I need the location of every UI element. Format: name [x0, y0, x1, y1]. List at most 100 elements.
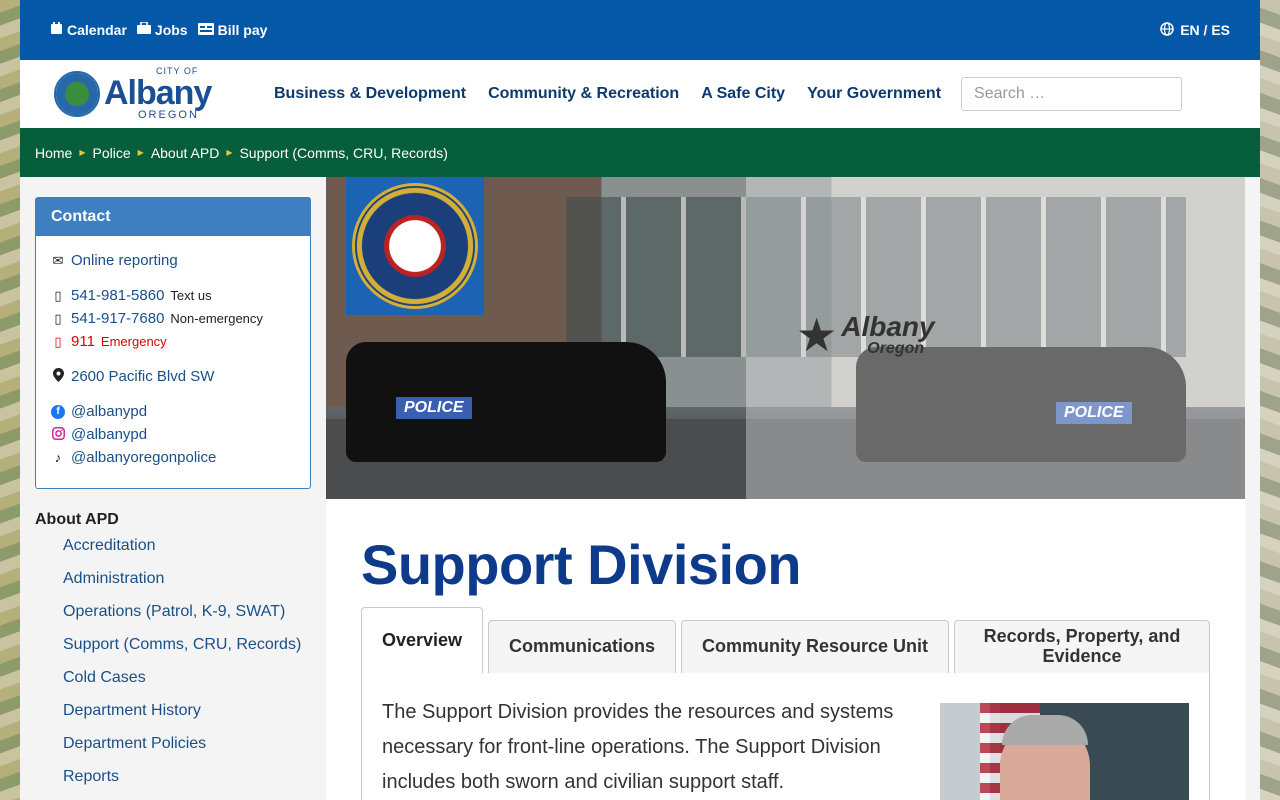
utility-links: Calendar Jobs Bill pay — [50, 21, 268, 38]
side-menu-item-reports[interactable]: Reports — [63, 768, 311, 800]
article: Support Division Overview Communications… — [326, 499, 1245, 800]
phone-nonemergency-link[interactable]: 541-917-7680 — [71, 310, 164, 327]
phone-row-nonemergency: ▯ 541-917-7680 Non-emergency — [51, 310, 295, 327]
background-right-decoration — [1260, 0, 1280, 800]
jobs-link[interactable]: Jobs — [136, 21, 188, 38]
contact-body: ✉ Online reporting ▯ 541-981-5860 Text u… — [36, 236, 310, 488]
nav-business-development[interactable]: Business & Development — [274, 85, 466, 103]
albany-oregon-watermark: ★ Albany Oregon — [796, 312, 935, 358]
breadcrumb-separator-icon: ▶ — [79, 148, 86, 157]
contact-title: Contact — [36, 198, 310, 236]
side-menu: About APD Accreditation Administration O… — [35, 511, 311, 800]
main-nav: Business & Development Community & Recre… — [274, 85, 941, 103]
contact-card: Contact ✉ Online reporting ▯ 541-981-586… — [35, 197, 311, 489]
albany-seal-icon — [54, 71, 100, 117]
mobile-phone-icon: ▯ — [54, 287, 62, 303]
police-department-seal-icon — [352, 183, 478, 309]
side-menu-item-department-history[interactable]: Department History — [63, 702, 311, 735]
mobile-phone-icon: ▯ — [54, 310, 62, 326]
content-area: Contact ✉ Online reporting ▯ 541-981-586… — [20, 177, 1260, 800]
logo-name: Albany — [104, 74, 212, 112]
language-switcher[interactable]: EN / ES — [1160, 21, 1230, 39]
calendar-label: Calendar — [67, 22, 127, 38]
phone-nonemergency-note: Non-emergency — [170, 311, 263, 326]
background-left-decoration — [0, 0, 20, 800]
online-reporting-row: ✉ Online reporting — [51, 252, 295, 269]
side-menu-item-support[interactable]: Support (Comms, CRU, Records) — [63, 636, 311, 669]
tab-panel-overview: The Support Division provides the resour… — [361, 673, 1210, 800]
tab-community-resource-unit[interactable]: Community Resource Unit — [681, 620, 949, 673]
side-menu-item-department-policies[interactable]: Department Policies — [63, 735, 311, 768]
logo-state: OREGON — [138, 109, 199, 121]
mobile-phone-icon: ▯ — [54, 333, 62, 349]
breadcrumb-about-apd[interactable]: About APD — [151, 145, 220, 161]
breadcrumb-police[interactable]: Police — [93, 145, 131, 161]
sidebar: Contact ✉ Online reporting ▯ 541-981-586… — [20, 177, 326, 800]
phone-row-text: ▯ 541-981-5860 Text us — [51, 287, 295, 304]
breadcrumb-home[interactable]: Home — [35, 145, 72, 161]
phone-text-link[interactable]: 541-981-5860 — [71, 287, 164, 304]
side-menu-list: Accreditation Administration Operations … — [35, 537, 311, 800]
facebook-icon: f — [51, 404, 65, 419]
address-link[interactable]: 2600 Pacific Blvd SW — [71, 368, 214, 385]
site-header: CITY OF Albany OREGON Business & Develop… — [20, 60, 1260, 128]
phone-emergency-link[interactable]: 911 — [71, 333, 95, 350]
nav-your-government[interactable]: Your Government — [807, 85, 941, 103]
envelope-icon: ✉ — [52, 252, 64, 268]
watermark-albany: Albany — [841, 311, 935, 342]
nav-community-recreation[interactable]: Community & Recreation — [488, 85, 679, 103]
star-icon: ★ — [796, 309, 838, 361]
address-row: 2600 Pacific Blvd SW — [51, 368, 295, 385]
side-menu-title[interactable]: About APD — [35, 511, 311, 529]
breadcrumb-separator-icon: ▶ — [226, 148, 233, 157]
police-car-label: POLICE — [396, 397, 472, 419]
tab-communications[interactable]: Communications — [488, 620, 676, 673]
person-hair — [1002, 715, 1088, 745]
hero-image: POLICE POLICE ★ Albany Oregon — [326, 177, 1245, 499]
facebook-row: f @albanypd — [51, 403, 295, 420]
staff-photo — [940, 703, 1189, 800]
albany-logo[interactable]: CITY OF Albany OREGON — [54, 67, 264, 121]
bill-icon — [197, 22, 214, 38]
online-reporting-link[interactable]: Online reporting — [71, 252, 178, 269]
instagram-link[interactable]: @albanypd — [71, 426, 147, 443]
nav-safe-city[interactable]: A Safe City — [701, 85, 785, 103]
tiktok-row: ♪ @albanyoregonpolice — [51, 449, 295, 466]
breadcrumb-current: Support (Comms, CRU, Records) — [239, 144, 448, 161]
side-menu-item-accreditation[interactable]: Accreditation — [63, 537, 311, 570]
bill-pay-label: Bill pay — [217, 22, 268, 38]
globe-icon — [1160, 21, 1174, 39]
police-car-left: POLICE — [346, 342, 666, 462]
tiktok-link[interactable]: @albanyoregonpolice — [71, 449, 216, 466]
page: Calendar Jobs Bill pay EN / ES CITY OF A… — [20, 0, 1260, 800]
page-title: Support Division — [361, 533, 802, 596]
watermark-oregon: Oregon — [867, 340, 925, 357]
overview-text: The Support Division provides the resour… — [382, 701, 894, 793]
map-pin-icon — [51, 368, 65, 385]
side-menu-item-operations[interactable]: Operations (Patrol, K-9, SWAT) — [63, 603, 311, 636]
tab-records-property-evidence[interactable]: Records, Property, and Evidence — [954, 620, 1210, 673]
bill-pay-link[interactable]: Bill pay — [197, 22, 268, 38]
calendar-icon — [50, 22, 63, 38]
search-input[interactable] — [961, 77, 1183, 111]
instagram-row: @albanypd — [51, 426, 295, 443]
tab-overview[interactable]: Overview — [361, 607, 483, 673]
briefcase-icon — [136, 21, 151, 38]
facebook-link[interactable]: @albanypd — [71, 403, 147, 420]
police-badge-tile — [346, 177, 484, 315]
language-label: EN / ES — [1180, 22, 1230, 38]
phone-row-emergency: ▯ 911 Emergency — [51, 333, 295, 350]
phone-emergency-note: Emergency — [100, 334, 167, 349]
tab-list: Overview Communications Community Resour… — [361, 607, 1210, 673]
side-menu-item-cold-cases[interactable]: Cold Cases — [63, 669, 311, 702]
instagram-icon — [51, 426, 65, 443]
logo-text: CITY OF Albany OREGON — [104, 67, 212, 121]
calendar-link[interactable]: Calendar — [50, 22, 127, 38]
breadcrumb-separator-icon: ▶ — [137, 148, 144, 157]
utility-bar: Calendar Jobs Bill pay EN / ES — [20, 0, 1260, 60]
main-content: POLICE POLICE ★ Albany Oregon Support Di… — [326, 177, 1260, 800]
phone-text-note: Text us — [170, 288, 212, 303]
side-menu-item-administration[interactable]: Administration — [63, 570, 311, 603]
tiktok-icon: ♪ — [54, 450, 62, 465]
jobs-label: Jobs — [154, 22, 188, 38]
